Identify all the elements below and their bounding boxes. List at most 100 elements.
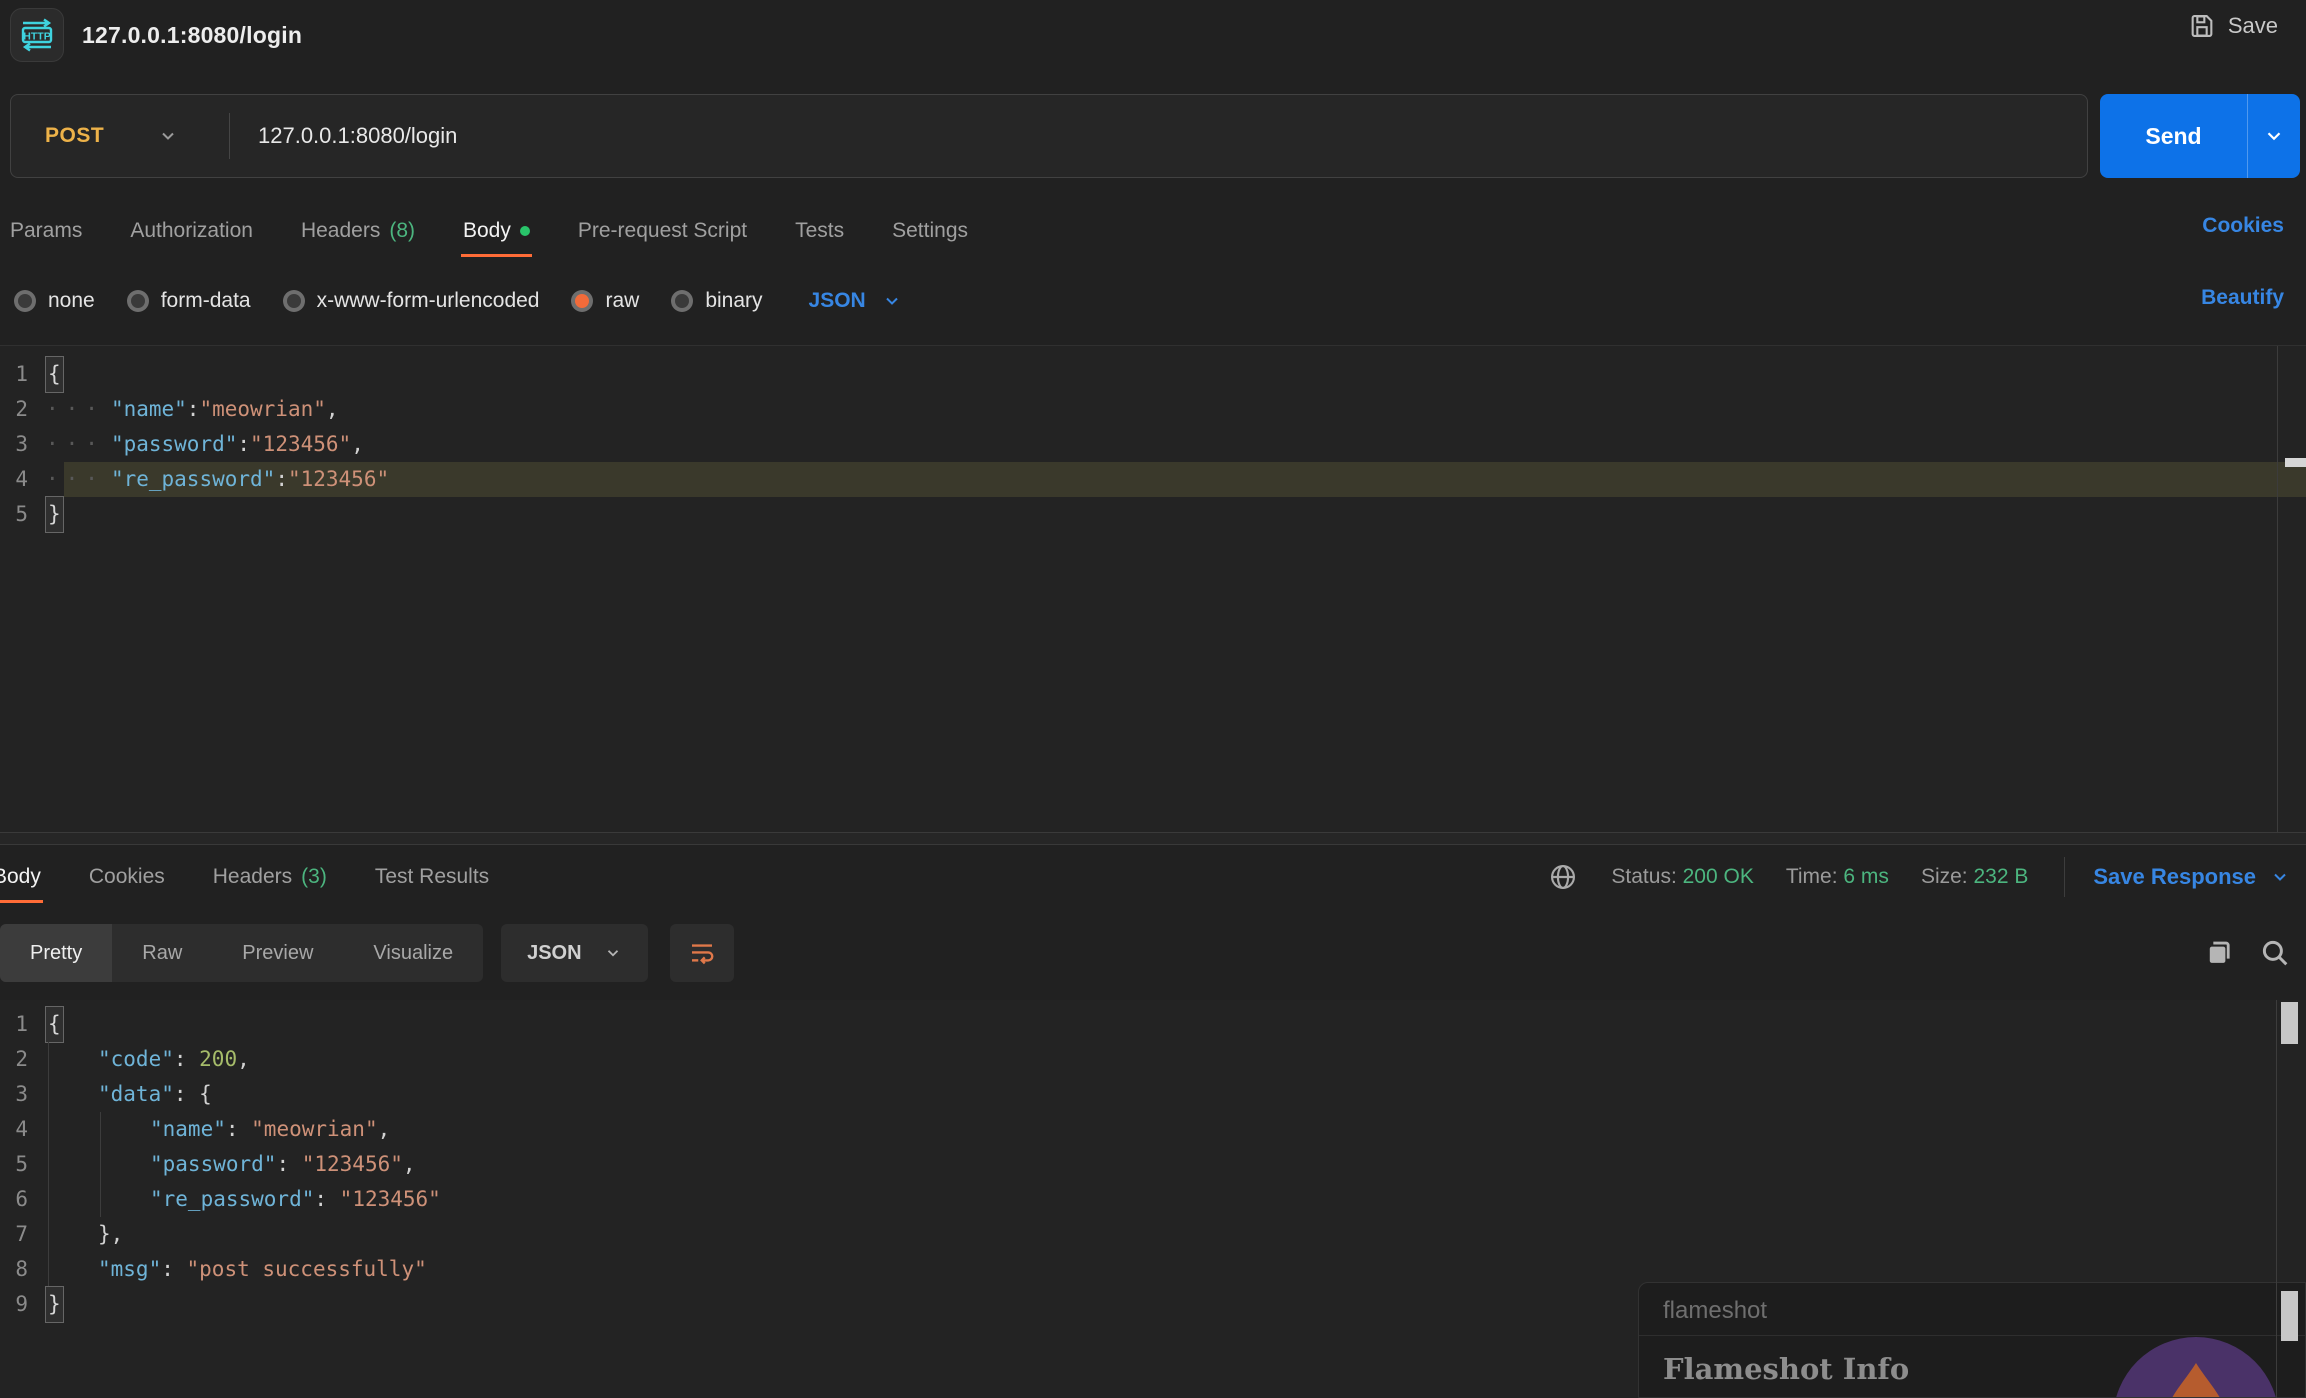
code-token: :	[275, 462, 288, 497]
beautify-link[interactable]: Beautify	[2201, 286, 2284, 310]
scrollbar-thumb[interactable]	[2281, 1002, 2298, 1044]
format-label: JSON	[809, 289, 866, 313]
url-bar-divider	[229, 113, 230, 159]
save-icon	[2188, 12, 2216, 40]
tab-settings[interactable]: Settings	[890, 205, 970, 257]
code-token: ···	[46, 392, 105, 427]
method-label: POST	[45, 124, 104, 148]
code-line[interactable]: 6"re_password": "123456"	[0, 1182, 2306, 1217]
view-raw[interactable]: Raw	[112, 924, 212, 982]
body-type-none[interactable]: none	[14, 289, 95, 313]
radio-label: none	[48, 289, 95, 313]
search-response-button[interactable]	[2258, 936, 2292, 970]
code-line[interactable]: 5"password": "123456",	[0, 1147, 2306, 1182]
copy-response-button[interactable]	[2202, 936, 2236, 970]
headers-count-badge: (8)	[389, 219, 415, 243]
code-token: "re_password"	[111, 462, 275, 497]
tab-label: Cookies	[89, 865, 165, 889]
raw-format-selector[interactable]: JSON	[809, 289, 902, 313]
body-type-x-www-form-urlencoded[interactable]: x-www-form-urlencoded	[283, 289, 540, 313]
word-wrap-button[interactable]	[670, 924, 734, 982]
save-response-button[interactable]: Save Response	[2093, 864, 2290, 890]
tab-label: Headers	[213, 865, 292, 889]
code-token: "re_password"	[150, 1182, 314, 1217]
response-tab-body[interactable]: Body	[0, 851, 43, 903]
radio-label: form-data	[161, 289, 251, 313]
line-number: 9	[0, 1287, 46, 1322]
code-line[interactable]: 3···"password":"123456",	[0, 427, 2306, 462]
code-line[interactable]: 5}	[0, 497, 2306, 532]
code-line[interactable]: 7},	[0, 1217, 2306, 1252]
view-preview[interactable]: Preview	[212, 924, 343, 982]
tab-label: Params	[10, 219, 82, 243]
code-token: :	[174, 1042, 199, 1077]
send-button[interactable]: Send	[2100, 94, 2300, 178]
code-token: :	[276, 1147, 301, 1182]
time-label: Time:	[1786, 865, 1838, 888]
tab-headers[interactable]: Headers (8)	[299, 205, 417, 257]
tab-tests[interactable]: Tests	[793, 205, 846, 257]
view-visualize[interactable]: Visualize	[343, 924, 483, 982]
send-options-caret[interactable]	[2248, 125, 2300, 147]
code-token: :	[226, 1112, 251, 1147]
code-token: "password"	[111, 427, 237, 462]
request-tabs: Params Authorization Headers (8) Body Pr…	[8, 200, 2298, 262]
body-type-form-data[interactable]: form-data	[127, 289, 251, 313]
response-tab-test-results[interactable]: Test Results	[373, 851, 491, 903]
line-number: 1	[0, 357, 46, 392]
word-wrap-icon	[687, 938, 717, 968]
search-icon	[2258, 936, 2292, 970]
code-token: :	[161, 1252, 186, 1287]
code-token: :	[314, 1182, 339, 1217]
body-type-binary[interactable]: binary	[671, 289, 762, 313]
tab-label: Authorization	[130, 219, 253, 243]
code-token: }	[46, 1287, 63, 1322]
request-body-editor[interactable]: 1{2···"name":"meowrian",3···"password":"…	[0, 345, 2306, 832]
response-tab-headers[interactable]: Headers (3)	[211, 851, 329, 903]
indent-guide	[48, 1182, 98, 1217]
tab-authorization[interactable]: Authorization	[128, 205, 255, 257]
size-value: 232 B	[1973, 865, 2028, 888]
tab-pre-request-script[interactable]: Pre-request Script	[576, 205, 749, 257]
url-input[interactable]: 127.0.0.1:8080/login	[258, 123, 457, 149]
pane-resize-handle[interactable]	[0, 832, 2306, 845]
method-selector[interactable]: POST	[11, 124, 229, 148]
code-line[interactable]: 2···"name":"meowrian",	[0, 392, 2306, 427]
code-line[interactable]: 4"name": "meowrian",	[0, 1112, 2306, 1147]
radio-icon	[14, 290, 36, 312]
code-line[interactable]: 1{	[0, 1007, 2306, 1042]
response-format-selector[interactable]: JSON	[501, 924, 647, 982]
network-info-button[interactable]	[1547, 861, 1579, 893]
svg-text:HTTP: HTTP	[23, 31, 50, 43]
code-line[interactable]: 4···"re_password":"123456"	[0, 462, 2306, 497]
format-label: JSON	[527, 942, 581, 965]
code-line[interactable]: 3"data": {	[0, 1077, 2306, 1112]
code-token: "meowrian"	[199, 392, 325, 427]
code-token: ,	[378, 1112, 391, 1147]
copy-icon	[2202, 936, 2236, 970]
tab-label: Pre-request Script	[578, 219, 747, 243]
code-line[interactable]: 1{	[0, 357, 2306, 392]
response-tab-cookies[interactable]: Cookies	[87, 851, 167, 903]
radio-label: raw	[605, 289, 639, 313]
postman-app: HTTP 127.0.0.1:8080/login Save POST 127.…	[0, 0, 2306, 1398]
tab-params[interactable]: Params	[8, 205, 84, 257]
code-line[interactable]: 2"code": 200,	[0, 1042, 2306, 1077]
code-token: "123456"	[288, 462, 389, 497]
indent-guide	[48, 1077, 98, 1112]
cookies-link[interactable]: Cookies	[2202, 214, 2284, 238]
body-type-raw[interactable]: raw	[571, 289, 639, 313]
code-token: ···	[46, 427, 105, 462]
code-token: "code"	[98, 1042, 174, 1077]
http-icon: HTTP	[17, 15, 57, 55]
scrollbar-thumb[interactable]	[2281, 1291, 2298, 1341]
request-editor-overview-ruler[interactable]	[2277, 346, 2306, 832]
globe-icon	[1547, 861, 1579, 893]
indent-guide	[100, 1147, 150, 1182]
save-button[interactable]: Save	[2188, 12, 2278, 40]
tab-body[interactable]: Body	[461, 205, 532, 257]
view-pretty[interactable]: Pretty	[0, 924, 112, 982]
chevron-down-icon	[2270, 867, 2290, 887]
meta-divider	[2064, 857, 2065, 897]
indent-guide	[48, 1042, 98, 1077]
